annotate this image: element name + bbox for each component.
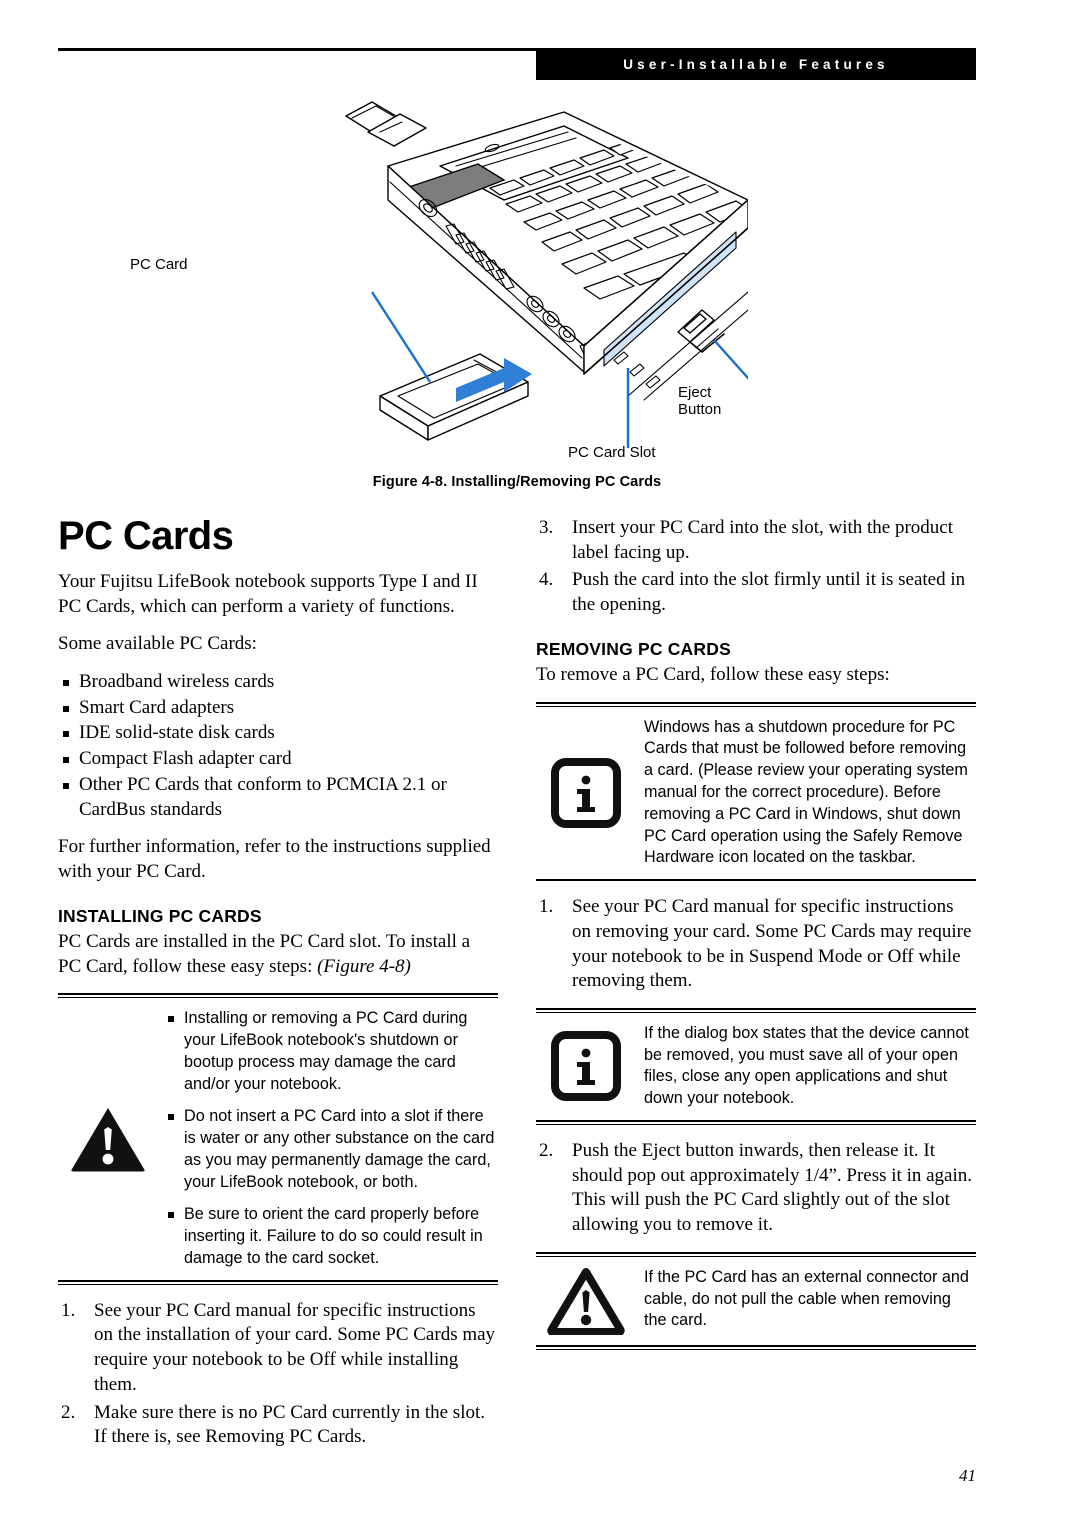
heading-removing-pc-cards: REMOVING PC CARDS [536,638,731,659]
installing-intro-paragraph: PC Cards are installed in the PC Card sl… [58,930,498,979]
callout-bottom-rule [536,879,976,882]
warning-callout-install-text: Installing or removing a PC Card during … [166,1008,498,1270]
footer-divider-rule [58,1452,976,1453]
callout-bottom-rule [536,1344,976,1350]
list-item: Smart Card adapters [58,696,498,721]
running-head-bar: User-Installable Features [536,48,976,80]
info-i-icon [536,757,644,828]
list-item: 2. Make sure there is no PC Card current… [58,1401,498,1450]
removing-intro-paragraph: To remove a PC Card, follow these easy s… [536,664,890,685]
info-callout-dialog-box-text: If the dialog box states that the device… [644,1023,976,1110]
available-cards-list: Broadband wireless cards Smart Card adap… [58,670,498,822]
install-steps-list: 1. See your PC Card manual for specific … [58,1299,498,1450]
figure-caption: Figure 4-8. Installing/Removing PC Cards [372,474,662,490]
step-text: Make sure there is no PC Card currently … [94,1401,486,1448]
step-number: 1. [61,1299,76,1321]
page-footer: 41 [58,1452,976,1512]
step-number: 2. [539,1140,554,1162]
warning-callout-external-connector-text: If the PC Card has an external connector… [644,1267,976,1332]
callout-paragraph: If the PC Card has an external connector… [644,1267,969,1330]
available-cards-lead: Some available PC Cards: [58,633,257,655]
list-item: 4. Push the card into the slot firmly un… [536,568,976,617]
info-callout-windows-shutdown-text: Windows has a shutdown procedure for PC … [644,717,976,869]
remove-steps-list-1: 1. See your PC Card manual for specific … [536,895,976,994]
install-steps-continued-list: 3. Insert your PC Card into the slot, wi… [536,516,976,618]
warning-triangle-filled-icon [58,1105,166,1173]
step-number: 4. [539,569,554,591]
warning-callout-install: Installing or removing a PC Card during … [58,993,498,1285]
running-head-text: User-Installable Features [623,56,889,72]
intro-paragraph: Your Fujitsu LifeBook notebook supports … [58,571,478,617]
step-text: See your PC Card manual for specific ins… [94,1299,496,1395]
page-title: PC Cards [58,514,234,558]
step-text: Push the Eject button inwards, then rele… [572,1140,973,1236]
step-text: Insert your PC Card into the slot, with … [572,517,954,563]
right-column: 3. Insert your PC Card into the slot, wi… [536,516,976,1364]
laptop-pc-card-illustration: .ln { fill:none; stroke:#000; stroke-wid… [130,96,765,471]
step-text: Push the card into the slot firmly until… [572,569,966,616]
info-i-icon [536,1031,644,1102]
list-item: IDE solid-state disk cards [58,721,498,746]
info-callout-dialog-box: If the dialog box states that the device… [536,1007,976,1126]
step-number: 2. [61,1401,76,1423]
callout-paragraph: Windows has a shutdown procedure for PC … [644,717,968,867]
warning-callout-install-list: Installing or removing a PC Card during … [166,1008,498,1270]
list-item: 3. Insert your PC Card into the slot, wi… [536,516,976,565]
list-item: 1. See your PC Card manual for specific … [58,1299,498,1398]
step-number: 3. [539,517,554,538]
info-callout-windows-shutdown: Windows has a shutdown procedure for PC … [536,701,976,882]
figure-4-8: .ln { fill:none; stroke:#000; stroke-wid… [58,96,976,506]
further-information-paragraph: For further information, refer to the in… [58,836,491,882]
left-column: PC Cards Your Fujitsu LifeBook notebook … [58,516,498,1453]
list-item: Broadband wireless cards [58,670,498,695]
warning-triangle-outline-icon [536,1267,644,1335]
callout-bottom-rule [58,1279,498,1285]
figure-label-pc-card: PC Card [130,256,188,273]
warning-callout-external-connector: If the PC Card has an external connector… [536,1251,976,1350]
list-item: 1. See your PC Card manual for specific … [536,895,976,994]
figure-label-pc-card-slot: PC Card Slot [568,444,656,461]
page-header: User-Installable Features [0,0,1080,90]
list-item: Be sure to orient the card properly befo… [166,1204,498,1269]
list-item: Do not insert a PC Card into a slot if t… [166,1106,498,1193]
figure-reference: (Figure 4-8) [317,955,411,977]
callout-bottom-rule [536,1120,976,1126]
callout-paragraph: If the dialog box states that the device… [644,1023,969,1108]
step-text: See your PC Card manual for specific ins… [572,896,972,992]
list-item: Other PC Cards that conform to PCMCIA 2.… [58,773,498,822]
list-item: Installing or removing a PC Card during … [166,1008,498,1095]
figure-label-eject-button: Eject Button [678,384,722,418]
list-item: 2. Push the Eject button inwards, then r… [536,1139,976,1238]
header-divider-rule [58,48,536,51]
list-item: Compact Flash adapter card [58,747,498,772]
step-number: 1. [539,896,554,918]
remove-steps-list-2: 2. Push the Eject button inwards, then r… [536,1139,976,1238]
page-number: 41 [959,1466,976,1485]
heading-installing-pc-cards: INSTALLING PC CARDS [58,905,262,926]
